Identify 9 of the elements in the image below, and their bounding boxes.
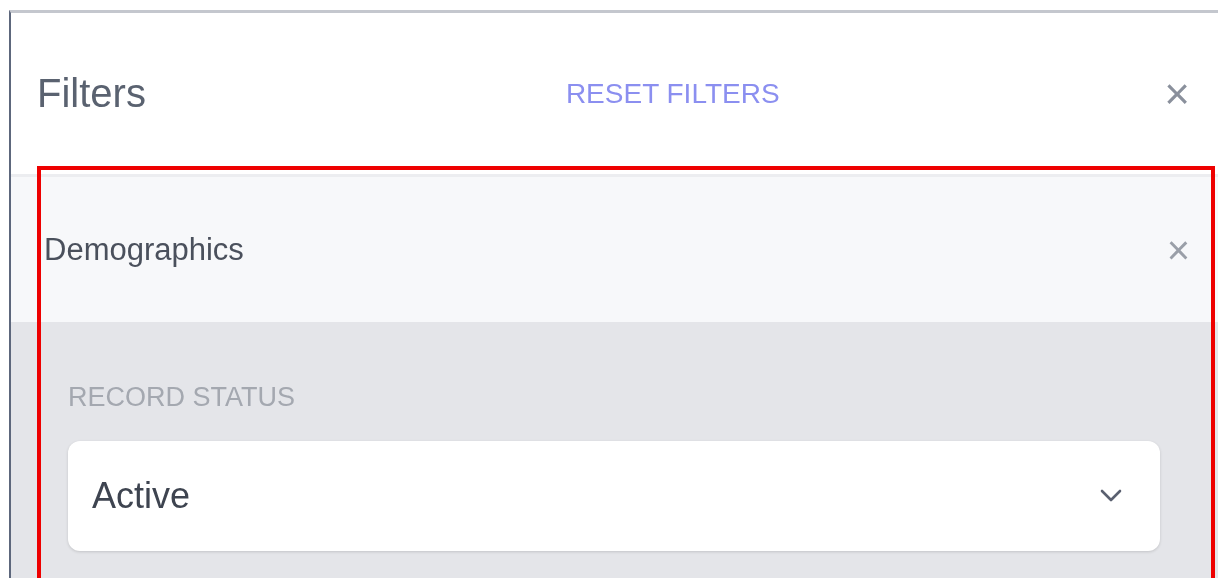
panel-title: Filters [37, 71, 146, 116]
section-close-button[interactable]: × [1162, 229, 1194, 270]
close-button[interactable]: × [1160, 71, 1194, 116]
chevron-down-icon [1100, 489, 1122, 503]
status-dropdown[interactable]: Active [68, 441, 1160, 551]
section-title: Demographics [44, 231, 244, 268]
section-header[interactable]: Demographics × [11, 177, 1218, 322]
reset-filters-link[interactable]: RESET FILTERS [565, 73, 780, 114]
field-label: RECORD STATUS [68, 382, 295, 413]
